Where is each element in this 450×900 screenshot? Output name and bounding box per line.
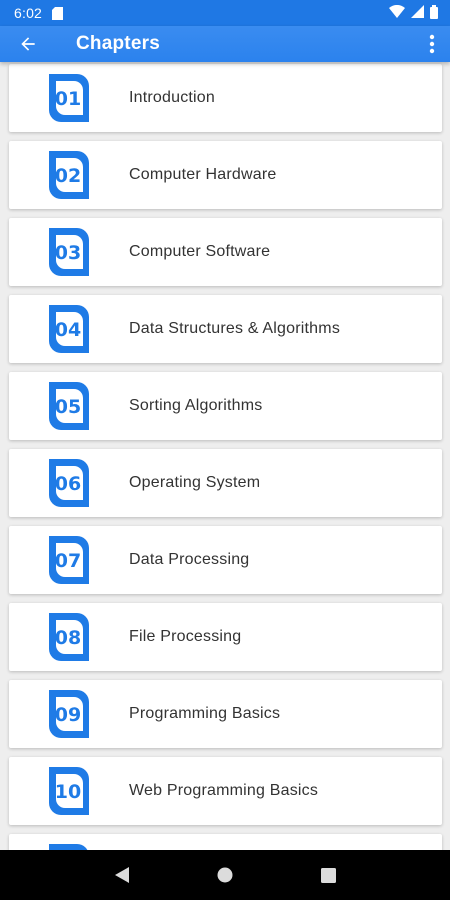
chapter-item[interactable]: 03 Computer Software	[9, 218, 442, 286]
chapter-title: Web Programming Basics	[129, 782, 319, 799]
chapter-title: File Processing	[129, 628, 242, 645]
back-triangle-icon[interactable]	[102, 855, 142, 895]
chapter-number-badge: 06	[46, 456, 92, 510]
page-title: Chapters	[76, 33, 160, 54]
chapter-item[interactable]	[9, 834, 442, 850]
chapter-number: 09	[54, 703, 82, 726]
chapter-title: Programming Basics	[129, 705, 281, 722]
chapter-title: Computer Hardware	[129, 166, 277, 183]
chapter-number-badge: 03	[46, 225, 92, 279]
chapter-item[interactable]: 04 Data Structures & Algorithms	[9, 295, 442, 363]
chapter-item[interactable]: 05 Sorting Algorithms	[9, 372, 442, 440]
navigation-bar	[0, 850, 450, 900]
wifi-icon	[389, 4, 405, 21]
chapter-number-badge: 07	[46, 533, 92, 587]
chapter-item[interactable]: 10 Web Programming Basics	[9, 757, 442, 825]
chapter-title: Data Structures & Algorithms	[129, 320, 341, 337]
arrow-back-icon[interactable]	[4, 26, 52, 62]
app-bar: Chapters	[0, 26, 450, 62]
chapter-number	[46, 841, 92, 850]
sd-card-icon	[52, 6, 64, 20]
chapter-number: 05	[54, 395, 82, 418]
chapter-item[interactable]: 08 File Processing	[9, 603, 442, 671]
chapter-number-badge: 05	[46, 379, 92, 433]
status-time: 6:02	[14, 5, 43, 21]
chapter-number-badge	[46, 841, 92, 850]
chapter-number: 01	[54, 87, 82, 110]
recents-square-icon[interactable]	[308, 855, 348, 895]
chapter-number: 10	[54, 780, 82, 803]
chapter-number-badge: 04	[46, 302, 92, 356]
chapter-number-badge: 08	[46, 610, 92, 664]
more-vert-icon[interactable]	[414, 26, 450, 62]
home-circle-icon[interactable]	[205, 855, 245, 895]
chapter-number: 08	[54, 626, 82, 649]
chapter-list[interactable]: 01 Introduction 02 Computer Hardware 03 Compu…	[0, 62, 450, 850]
chapter-number: 03	[54, 241, 82, 264]
signal-icon	[411, 5, 424, 21]
chapter-number-badge: 02	[46, 148, 92, 202]
chapter-item[interactable]: 09 Programming Basics	[9, 680, 442, 748]
chapter-number: 02	[54, 164, 82, 187]
chapter-title: Operating System	[129, 474, 261, 491]
chapter-number: 06	[54, 472, 82, 495]
chapter-title: Computer Software	[129, 243, 271, 260]
status-bar: 6:02	[0, 0, 450, 26]
chapter-number: 04	[54, 318, 82, 341]
battery-icon	[430, 4, 438, 22]
chapter-title: Sorting Algorithms	[129, 397, 263, 414]
chapter-item[interactable]: 02 Computer Hardware	[9, 141, 442, 209]
chapter-number-badge: 01	[46, 71, 92, 125]
chapter-number-badge: 09	[46, 687, 92, 741]
chapter-title: Data Processing	[129, 551, 250, 568]
chapter-number: 07	[54, 549, 82, 572]
chapter-number-badge: 10	[46, 764, 92, 818]
chapter-item[interactable]: 07 Data Processing	[9, 526, 442, 594]
chapter-title: Introduction	[129, 89, 216, 106]
chapter-item[interactable]: 06 Operating System	[9, 449, 442, 517]
chapter-item[interactable]: 01 Introduction	[9, 64, 442, 132]
